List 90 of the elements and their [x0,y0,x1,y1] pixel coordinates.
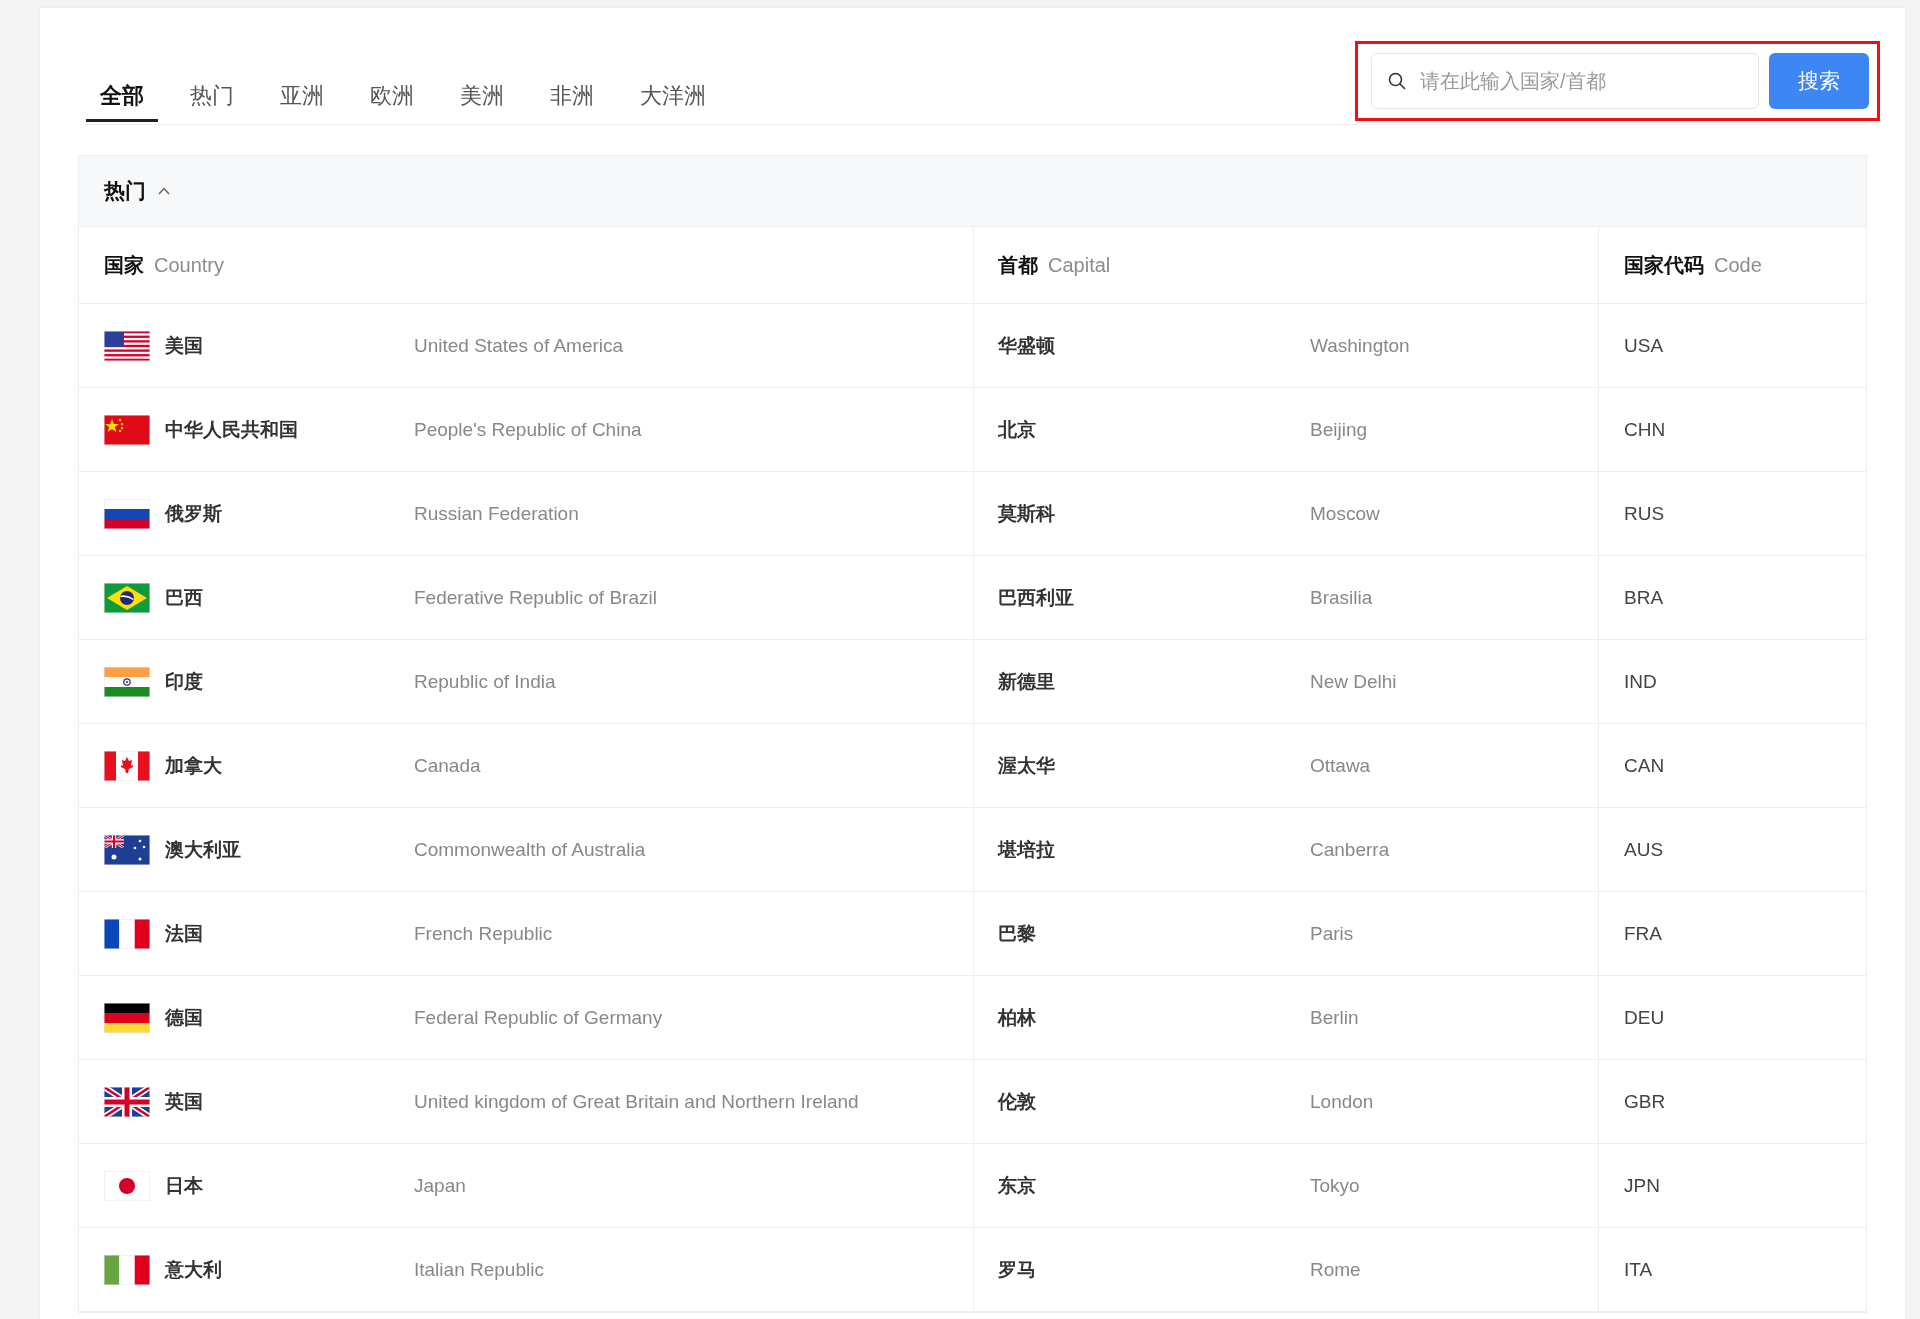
table-cell: Washington [1310,334,1410,357]
tab[interactable]: 美洲 [446,72,518,122]
table-cell: People's Republic of China [414,418,642,441]
search-button[interactable]: 搜索 [1769,53,1869,109]
table-cell-text: 堪培拉 [998,837,1056,862]
column-subheader: Code [1714,253,1762,277]
table-cell: Commonwealth of Australia [414,838,646,861]
table-cell-text: 东京 [998,1173,1037,1198]
table-cell: Russian Federation [414,502,579,525]
table-cell-text: 美国 [165,333,204,358]
table-cell-text: 意大利 [165,1257,223,1282]
table-cell: Canada [414,754,481,777]
table-cell: New Delhi [1310,670,1397,693]
table-cell: DEU [1624,1006,1665,1029]
table-cell-text: 渥太华 [998,753,1056,778]
table-cell-text: 中华人民共和国 [165,417,299,442]
table-cell: USA [1624,334,1664,357]
table-cell-text: 罗马 [998,1257,1037,1282]
table-cell: London [1310,1090,1374,1113]
table-cell: IND [1624,670,1657,693]
table-cell: Paris [1310,922,1354,945]
flag-icon [104,498,150,529]
table-cell: United kingdom of Great Britain and Northern Ireland [414,1090,859,1113]
table-cell: Berlin [1310,1006,1359,1029]
table-cell: Rome [1310,1258,1361,1281]
tab[interactable]: 亚洲 [266,72,338,122]
tab[interactable]: 全部 [86,72,158,122]
flag-icon [104,330,150,361]
table-cell: Italian Republic [414,1258,544,1281]
table-cell: GBR [1624,1090,1666,1113]
table-cell-text: 莫斯科 [998,501,1056,526]
table-cell-text: 北京 [998,417,1037,442]
table-cell: Republic of India [414,670,556,693]
table-cell: Tokyo [1310,1174,1360,1197]
table-cell-text: 德国 [165,1005,204,1030]
table-cell: Ottawa [1310,754,1371,777]
column-header: 国家 [104,252,144,278]
table-cell-text: 印度 [165,669,204,694]
table-cell: BRA [1624,586,1664,609]
table-cell: Federal Republic of Germany [414,1006,663,1029]
table-cell: Federative Republic of Brazil [414,586,657,609]
section-title: 热门 [104,178,146,204]
table-cell-text: 华盛顿 [998,333,1056,358]
table-cell: Brasilia [1310,586,1373,609]
table-cell-text: 巴西 [165,585,204,610]
table-cell: Beijing [1310,418,1368,441]
table-cell: French Republic [414,922,553,945]
flag-icon [104,582,150,613]
table-cell: JPN [1624,1174,1660,1197]
table-cell: CHN [1624,418,1666,441]
table-cell-text: 日本 [165,1173,204,1198]
table-cell-text: 新德里 [998,669,1056,694]
column-subheader: Country [154,253,225,277]
table-cell-text: 加拿大 [165,753,223,778]
table-cell-text: 俄罗斯 [165,501,223,526]
table-cell: ITA [1624,1258,1653,1281]
table-cell-text: 巴西利亚 [998,585,1075,610]
flag-icon [104,750,150,781]
tab[interactable]: 欧洲 [356,72,428,122]
table-cell: Moscow [1310,502,1380,525]
table-cell-text: 伦敦 [998,1089,1037,1114]
column-header: 首都 [998,252,1038,278]
tab[interactable]: 非洲 [536,72,608,122]
table-cell: CAN [1624,754,1665,777]
tab[interactable]: 热门 [176,72,248,122]
tab[interactable]: 大洋洲 [626,72,720,122]
table-cell-text: 巴黎 [998,921,1037,946]
flag-icon [104,834,150,865]
column-header: 国家代码 [1624,252,1704,278]
column-subheader: Capital [1048,253,1111,277]
table-cell: AUS [1624,838,1664,861]
flag-icon [104,666,150,697]
flag-icon [104,414,150,445]
flag-icon [104,1086,150,1117]
table-cell: FRA [1624,922,1662,945]
flag-icon [104,1254,150,1285]
table-cell: Japan [414,1174,466,1197]
flag-icon [104,1170,150,1201]
section-header[interactable]: 热门 [79,156,1866,227]
table-cell: Canberra [1310,838,1390,861]
table-cell-text: 澳大利亚 [165,837,242,862]
flag-icon [104,918,150,949]
flag-icon [104,1002,150,1033]
table-cell-text: 柏林 [998,1005,1037,1030]
table-cell: RUS [1624,502,1665,525]
search-field[interactable]: 请在此输入国家/首都 [1371,53,1759,109]
table-cell-text: 法国 [165,921,204,946]
search-icon [1387,71,1407,91]
table-cell-text: 英国 [165,1089,204,1114]
table-cell: United States of America [414,334,624,357]
